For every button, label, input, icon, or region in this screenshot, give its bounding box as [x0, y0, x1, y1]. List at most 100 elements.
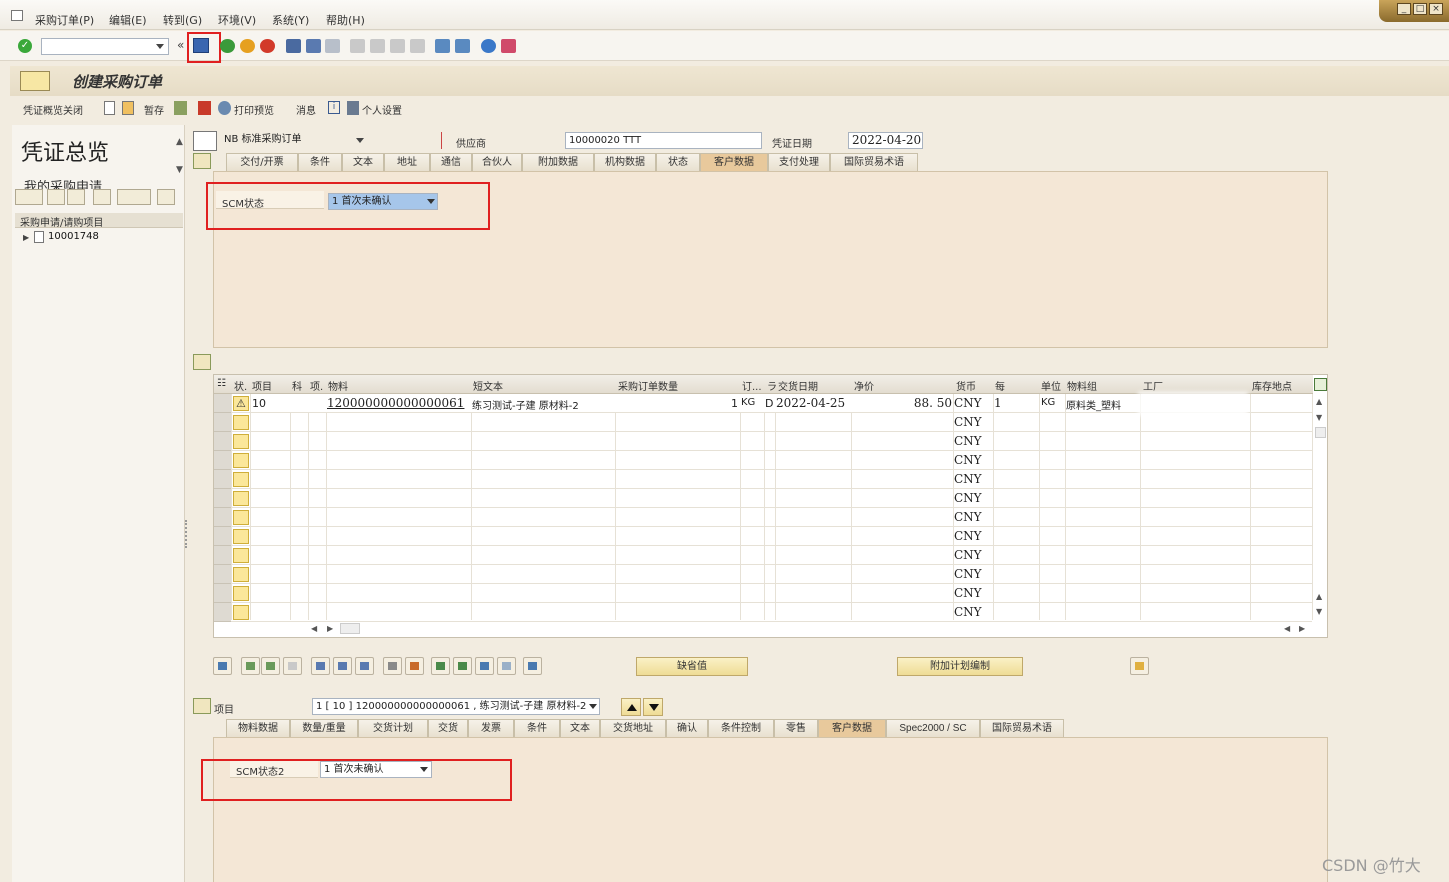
tree-icon[interactable] — [157, 189, 175, 205]
prev-item-button[interactable] — [621, 698, 641, 716]
tab-delivery[interactable]: 交货 — [428, 719, 468, 737]
layout-settings-icon[interactable] — [117, 189, 151, 205]
delete-icon[interactable] — [311, 657, 330, 675]
tree-expand-icon[interactable]: ▶ — [23, 233, 29, 242]
table-row[interactable]: CNY — [214, 432, 1312, 451]
command-dropdown-icon[interactable] — [156, 44, 164, 49]
back-icon[interactable] — [220, 39, 235, 53]
col-delivery-date[interactable]: 交货日期 — [778, 378, 818, 393]
selection-variant-icon[interactable] — [15, 189, 43, 205]
new-doc-icon[interactable] — [104, 101, 115, 115]
tab-customer-data[interactable]: 客户数据 — [700, 153, 768, 171]
unlock-icon[interactable] — [355, 657, 374, 675]
tab-address[interactable]: 地址 — [384, 153, 430, 171]
row-status[interactable] — [233, 491, 249, 506]
vscroll-page-up-icon[interactable]: ▲ — [1316, 592, 1322, 601]
sort-ascending-icon[interactable] — [431, 657, 450, 675]
tab-partners[interactable]: 合伙人 — [472, 153, 522, 171]
hscroll-right-icon[interactable]: ▶ — [327, 624, 333, 633]
col-account[interactable]: 科 — [292, 378, 302, 393]
col-material[interactable]: 物料 — [328, 378, 348, 393]
tab-org-data[interactable]: 机构数据 — [594, 153, 656, 171]
copy-icon[interactable] — [47, 189, 65, 205]
col-item[interactable]: 项目 — [252, 378, 272, 393]
row-status[interactable] — [233, 453, 249, 468]
scroll-down-icon[interactable]: ▼ — [176, 165, 183, 175]
print-icon[interactable] — [286, 39, 301, 53]
print-list-icon[interactable] — [523, 657, 542, 675]
tab-item-texts[interactable]: 文本 — [560, 719, 600, 737]
header-collapse-icon[interactable] — [193, 153, 211, 169]
row-selector[interactable] — [214, 413, 231, 432]
col-date-cat[interactable]: ラ — [767, 378, 777, 393]
tab-communication[interactable]: 通信 — [430, 153, 472, 171]
vscroll-down-icon[interactable]: ▼ — [1316, 413, 1322, 422]
first-page-icon[interactable] — [350, 39, 365, 53]
messages-button[interactable]: 消息 — [296, 102, 316, 117]
next-page-icon[interactable] — [390, 39, 405, 53]
doc-date-field[interactable]: 2022-04-20 — [848, 132, 923, 149]
tab-texts[interactable]: 文本 — [342, 153, 384, 171]
vscroll-up-icon[interactable]: ▲ — [1316, 397, 1322, 406]
row-selector[interactable] — [214, 470, 231, 489]
row-selector[interactable] — [214, 584, 231, 603]
table-row[interactable]: CNY — [214, 565, 1312, 584]
command-field[interactable] — [41, 38, 169, 55]
tab-retail[interactable]: 零售 — [774, 719, 818, 737]
hold-button[interactable]: 暂存 — [144, 102, 164, 117]
tree-item[interactable]: 10001748 — [48, 231, 99, 242]
maximize-icon[interactable]: □ — [1413, 3, 1427, 15]
close-icon[interactable]: × — [1429, 3, 1443, 15]
grid-icon[interactable] — [405, 657, 424, 675]
col-order-unit[interactable]: 订... — [742, 378, 762, 393]
col-item-cat[interactable]: 项. — [310, 378, 323, 393]
col-short-text[interactable]: 短文本 — [473, 378, 503, 393]
item-selector-dropdown-icon[interactable] — [589, 704, 597, 709]
scroll-up-icon[interactable]: ▲ — [176, 137, 183, 147]
tab-additional-data[interactable]: 附加数据 — [522, 153, 594, 171]
row-selector[interactable] — [214, 527, 231, 546]
row-selector[interactable] — [214, 546, 231, 565]
col-material-group[interactable]: 物料组 — [1067, 378, 1097, 393]
vendor-field[interactable]: 10000020 TTT — [565, 132, 762, 149]
tab-incoterms[interactable]: 国际贸易术语 — [830, 153, 918, 171]
table-row[interactable]: CNY — [214, 584, 1312, 603]
tab-condition-control[interactable]: 条件控制 — [708, 719, 774, 737]
other-doc-icon[interactable] — [122, 101, 134, 115]
item-detail-collapse-icon[interactable] — [193, 698, 211, 714]
tab-material-data[interactable]: 物料数据 — [226, 719, 290, 737]
table-row[interactable]: CNY — [214, 489, 1312, 508]
hscroll-thumb[interactable] — [340, 623, 360, 634]
default-values-button[interactable]: 缺省值 — [636, 657, 748, 676]
find-icon[interactable] — [306, 39, 321, 53]
menu-icon[interactable] — [11, 10, 23, 21]
row-selector[interactable] — [214, 394, 231, 413]
cancel-icon[interactable] — [260, 39, 275, 53]
overview-close-button[interactable]: 凭证概览关闭 — [23, 102, 83, 117]
filter-icon[interactable] — [475, 657, 494, 675]
collapse-icon[interactable]: « — [177, 38, 184, 52]
vscroll-page-down-icon[interactable]: ▼ — [1316, 607, 1322, 616]
row-selector[interactable] — [214, 451, 231, 470]
tab-conditions[interactable]: 条件 — [298, 153, 342, 171]
row-status[interactable] — [233, 434, 249, 449]
menu-system[interactable]: 系统(Y) — [272, 12, 309, 28]
layout-icon[interactable] — [501, 39, 516, 53]
row-status[interactable] — [233, 548, 249, 563]
items-collapse-icon[interactable] — [193, 354, 211, 370]
col-currency[interactable]: 货币 — [956, 378, 976, 393]
tab-delivery-address[interactable]: 交货地址 — [600, 719, 666, 737]
col-unit[interactable]: 单位 — [1041, 378, 1061, 393]
col-quantity[interactable]: 采购订单数量 — [618, 378, 678, 393]
col-net-price[interactable]: 净价 — [854, 378, 874, 393]
menu-environment[interactable]: 环境(V) — [218, 12, 256, 28]
table-row[interactable]: CNY — [214, 508, 1312, 527]
row-selector[interactable] — [214, 565, 231, 584]
tab-quantity-weight[interactable]: 数量/重量 — [290, 719, 358, 737]
info-icon[interactable]: i — [328, 101, 340, 114]
tab-item-customer-data[interactable]: 客户数据 — [818, 719, 886, 737]
table-row[interactable]: CNY — [214, 451, 1312, 470]
menu-edit[interactable]: 编辑(E) — [109, 12, 147, 28]
tab-payment-processing[interactable]: 支付处理 — [768, 153, 830, 171]
tab-item-incoterms[interactable]: 国际贸易术语 — [980, 719, 1064, 737]
